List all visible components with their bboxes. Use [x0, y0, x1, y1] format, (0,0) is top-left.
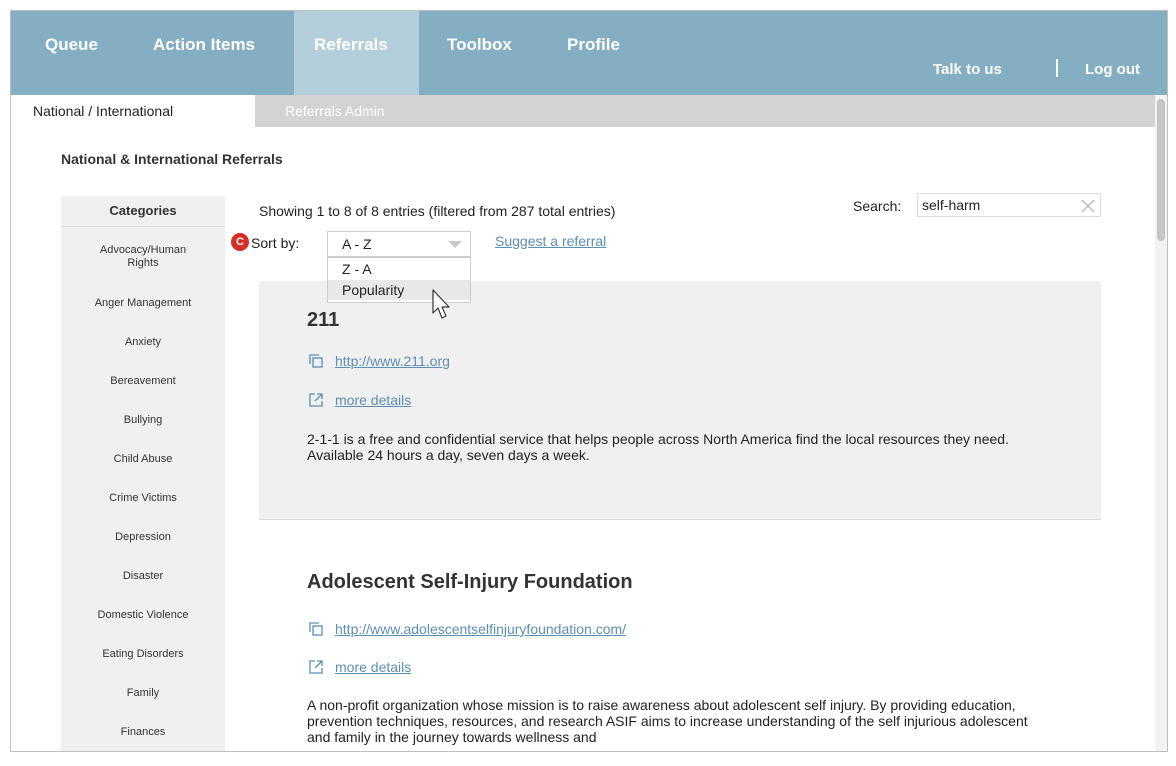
nav-action-items[interactable]: Action Items — [153, 11, 255, 95]
categories-header: Categories — [61, 196, 225, 227]
sidebar-item-anger-management[interactable]: Anger Management — [61, 297, 225, 310]
entry-title: Adolescent Self-Injury Foundation — [307, 571, 633, 593]
external-link-icon[interactable] — [309, 393, 323, 407]
search-box — [917, 193, 1101, 217]
sub-nav: National / International Referrals Admin — [11, 95, 1155, 127]
sidebar-item-bereavement[interactable]: Bereavement — [61, 375, 225, 388]
copy-icon[interactable] — [309, 622, 323, 636]
entry-url-link[interactable]: http://www.211.org — [335, 353, 450, 369]
chevron-down-icon — [448, 241, 462, 248]
sort-selected-value: A - Z — [342, 236, 372, 252]
nav-separator — [1056, 59, 1058, 77]
sidebar-item-anxiety[interactable]: Anxiety — [61, 336, 225, 349]
more-details-link[interactable]: more details — [335, 392, 411, 408]
log-out-link[interactable]: Log out — [1085, 61, 1140, 78]
categories-sidebar: Categories Advocacy/Human Rights Anger M… — [61, 196, 225, 751]
nav-referrals[interactable]: Referrals — [294, 11, 419, 95]
annotation-badge: C — [231, 233, 249, 251]
entry-url-row: http://www.211.org — [335, 353, 450, 369]
sidebar-item-eating-disorders[interactable]: Eating Disorders — [61, 648, 225, 661]
sort-option-z-a[interactable]: Z - A — [328, 259, 470, 279]
sidebar-item-domestic-violence[interactable]: Domestic Violence — [61, 609, 225, 622]
sidebar-item-finances[interactable]: Finances — [61, 726, 225, 739]
entries-count: Showing 1 to 8 of 8 entries (filtered fr… — [259, 203, 616, 219]
talk-to-us-link[interactable]: Talk to us — [933, 61, 1002, 78]
entry-url-row: http://www.adolescentselfinjuryfoundatio… — [335, 621, 626, 637]
entry-description: A non-profit organization whose mission … — [307, 697, 1028, 745]
sidebar-item-family[interactable]: Family — [61, 687, 225, 700]
top-nav: Queue Action Items Referrals Toolbox Pro… — [11, 11, 1167, 95]
search-label: Search: — [853, 198, 902, 214]
nav-toolbox[interactable]: Toolbox — [447, 11, 512, 95]
entry-url-link[interactable]: http://www.adolescentselfinjuryfoundatio… — [335, 621, 626, 637]
clear-icon[interactable] — [1080, 198, 1096, 214]
subtab-national[interactable]: National / International — [11, 95, 255, 127]
entry-title: 211 — [307, 309, 340, 331]
copy-icon[interactable] — [309, 354, 323, 368]
entry-details-row: more details — [335, 659, 411, 675]
suggest-referral-link[interactable]: Suggest a referral — [495, 233, 606, 249]
sidebar-item-advocacy[interactable]: Advocacy/Human Rights — [61, 244, 225, 270]
sort-dropdown[interactable]: A - Z — [327, 231, 471, 257]
sidebar-item-disaster[interactable]: Disaster — [61, 570, 225, 583]
entry-details-row: more details — [335, 392, 411, 408]
external-link-icon[interactable] — [309, 660, 323, 674]
nav-queue[interactable]: Queue — [45, 11, 98, 95]
sidebar-item-bullying[interactable]: Bullying — [61, 414, 225, 427]
scrollbar-thumb[interactable] — [1157, 99, 1165, 241]
sidebar-item-depression[interactable]: Depression — [61, 531, 225, 544]
subtab-referrals-admin[interactable]: Referrals Admin — [285, 95, 385, 127]
more-details-link[interactable]: more details — [335, 659, 411, 675]
search-input[interactable] — [922, 196, 1070, 214]
sidebar-item-child-abuse[interactable]: Child Abuse — [61, 453, 225, 466]
entry-description: 2-1-1 is a free and confidential service… — [307, 431, 1009, 463]
sort-label: Sort by: — [251, 235, 300, 251]
cursor-icon — [432, 289, 450, 319]
nav-profile[interactable]: Profile — [567, 11, 620, 95]
page-title: National & International Referrals — [61, 151, 283, 167]
app-window: Queue Action Items Referrals Toolbox Pro… — [10, 10, 1168, 752]
sidebar-item-crime-victims[interactable]: Crime Victims — [61, 492, 225, 505]
